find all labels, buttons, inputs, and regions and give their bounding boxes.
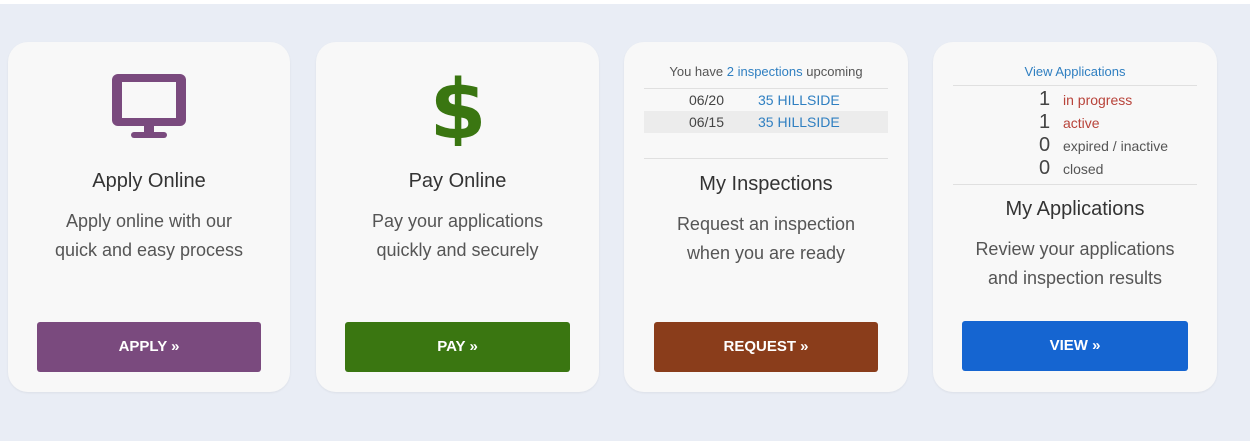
stat-label: closed [1063,160,1104,177]
card-title: My Applications [1005,198,1145,220]
top-bar [0,0,1250,4]
description-line: and inspection results [987,268,1163,288]
pay-button[interactable]: PAY » [345,322,570,372]
apply-button[interactable]: APPLY » [37,322,261,372]
view-button[interactable]: VIEW » [962,321,1188,371]
stat-label: expired / inactive [1063,137,1169,154]
inspections-table: 06/20 35 HILLSIDE 06/15 35 HILLSIDE [644,88,888,133]
view-applications-link[interactable]: View Applications [933,64,1217,79]
description-line: Request an inspection [676,214,856,234]
inspections-card: You have 2 inspections upcoming 06/20 35… [624,42,908,392]
description-line: Pay your applications [371,211,544,231]
upcoming-count-link[interactable]: 2 inspections [727,64,803,79]
apply-online-card: Apply Online Apply online with our quick… [8,42,290,392]
description-line: quick and easy process [54,240,244,260]
upcoming-prefix: You have [669,64,724,79]
stat-in-progress: 1 in progress [1039,88,1132,111]
upcoming-suffix: upcoming [806,64,863,79]
inspection-date: 06/15 [688,114,724,130]
inspection-address-link[interactable]: 35 HILLSIDE [758,89,840,111]
inspection-address-link[interactable]: 35 HILLSIDE [758,111,840,133]
divider [644,158,888,159]
stat-label: active [1063,114,1100,131]
request-button[interactable]: REQUEST » [654,322,878,372]
stat-count: 1 [1039,111,1051,133]
svg-text:$: $ [429,70,486,146]
upcoming-inspections-summary: You have 2 inspections upcoming [624,64,908,79]
pay-online-card: $ Pay Online Pay your applications quick… [316,42,599,392]
table-row: 06/15 35 HILLSIDE [644,111,888,133]
monitor-icon [8,70,290,144]
card-title: Apply Online [92,170,206,192]
inspection-date: 06/20 [688,92,724,108]
stat-label: in progress [1063,91,1133,108]
card-title: My Inspections [699,173,833,195]
applications-card: View Applications 1 in progress 1 active… [933,42,1217,392]
stat-count: 1 [1039,88,1051,110]
divider [953,184,1197,185]
card-description: Pay your applications quickly and secure… [316,207,599,265]
stat-expired-inactive: 0 expired / inactive [1039,134,1168,157]
card-title: Pay Online [408,170,507,192]
dollar-icon: $ [316,70,599,146]
stat-count: 0 [1039,157,1051,179]
description-line: when you are ready [686,243,846,263]
card-description: Apply online with our quick and easy pro… [8,207,290,265]
description-line: Apply online with our [65,211,233,231]
card-description: Review your applications and inspection … [933,235,1217,293]
table-row: 06/20 35 HILLSIDE [644,89,888,111]
stat-count: 0 [1039,134,1051,156]
card-description: Request an inspection when you are ready [624,210,908,268]
stat-closed: 0 closed [1039,157,1103,180]
description-line: Review your applications [975,239,1175,259]
divider [953,85,1197,86]
stat-active: 1 active [1039,111,1100,134]
description-line: quickly and securely [376,240,539,260]
